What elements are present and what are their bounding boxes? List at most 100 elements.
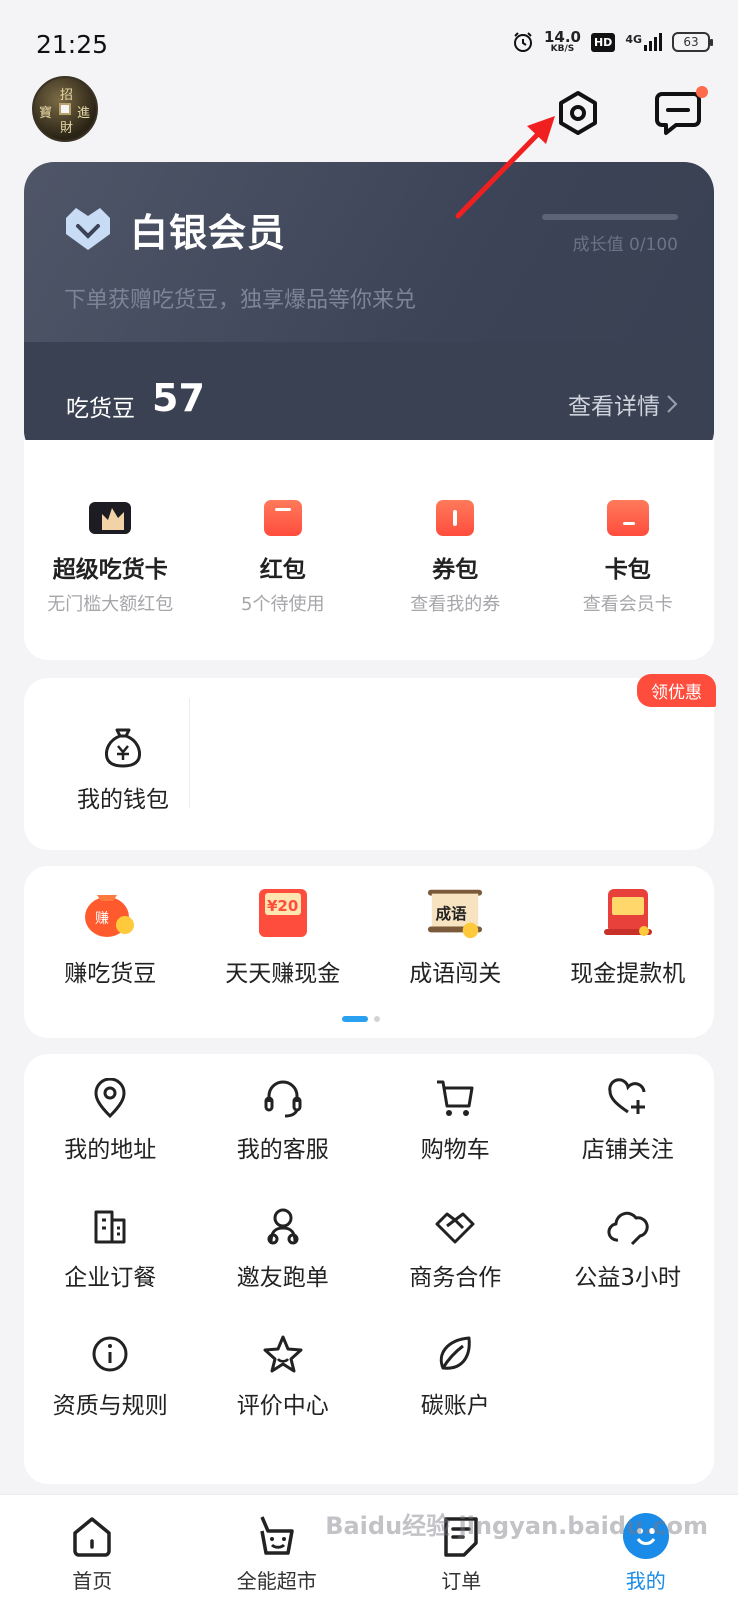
service-label: 店铺关注 [581,1137,674,1163]
service-carbon[interactable]: 碳账户 [369,1334,542,1420]
activity-daily-cash[interactable]: ¥20 天天赚现金 [197,884,370,988]
activity-atm[interactable]: 现金提款机 [542,884,715,988]
wallet-divider [189,698,190,808]
benefit-sub: 查看我的券 [410,594,501,615]
star-icon [263,1335,303,1373]
nav-label: 全能超市 [236,1569,317,1593]
benefit-sub: 查看会员卡 [582,594,673,615]
cash-envelope-icon: ¥20 [254,884,312,942]
service-cart[interactable]: 购物车 [369,1078,542,1164]
benefit-label: 卡包 [604,557,651,583]
battery-level: 63 [683,35,699,49]
headset-icon [264,1080,302,1118]
service-label: 我的地址 [64,1137,157,1163]
promo-badge[interactable]: 领优惠 [637,674,716,707]
avatar-char-right: 進 [76,106,90,121]
net-speed-value: 14.0 [543,28,581,46]
basket-icon [260,1516,294,1555]
wallet-panel: 领优惠 我的钱包 [24,674,716,850]
benefit-label: 红包 [259,557,306,583]
service-label: 购物车 [420,1137,490,1163]
avatar-char-bottom: 財 [60,121,74,136]
location-icon [94,1078,126,1118]
leaf-icon [440,1336,471,1370]
net-speed: 14.0 KB/S [544,30,581,54]
service-charity[interactable]: 公益3小时 [542,1206,715,1292]
notification-dot [696,86,708,98]
service-label: 碳账户 [420,1393,490,1419]
growth-progress [542,214,678,220]
service-label: 商务合作 [409,1265,502,1291]
heart-plus-icon [608,1078,646,1114]
status-time: 21:25 [36,30,109,59]
benefit-coupon[interactable]: 券包 查看我的券 [369,498,542,616]
activity-idiom[interactable]: 成语 成语闯关 [369,884,542,988]
activity-earn-beans[interactable]: 赚 赚吃货豆 [24,884,197,988]
benefit-red-envelope[interactable]: 红包 5个待使用 [197,498,370,616]
avatar-char-left: 寶 [39,106,53,121]
chevron-right-icon [667,395,678,413]
service-rules[interactable]: 资质与规则 [24,1334,197,1420]
money-bag-icon: 赚 [81,884,139,942]
member-tier: 白银会员 [130,211,287,255]
details-label: 查看详情 [568,394,660,420]
hd-badge: HD [590,32,616,52]
service-reviews[interactable]: 评价中心 [197,1334,370,1420]
service-enterprise[interactable]: 企业订餐 [24,1206,197,1292]
page-indicator [342,1016,380,1022]
indicator-dot [374,1016,380,1022]
signal-icon: 4G [625,33,662,51]
alarm-icon [513,32,532,52]
gear-icon[interactable] [554,89,602,137]
status-icons: 14.0 KB/S HD 4G 63 [512,30,713,54]
benefit-card[interactable]: 卡包 查看会员卡 [542,498,715,616]
activities-panel: 赚 赚吃货豆 ¥20 天天赚现金 成语 成语闯关 现金提款机 [24,866,714,1038]
beans-value: 57 [152,376,205,420]
service-support[interactable]: 我的客服 [197,1078,370,1164]
atm-icon [599,884,657,942]
service-invite[interactable]: 邀友跑单 [197,1206,370,1292]
service-label: 评价中心 [236,1393,329,1419]
service-label: 我的客服 [236,1137,329,1163]
nav-label: 我的 [625,1569,666,1593]
crown-card-icon [88,498,132,538]
network-type: 4G [625,33,642,46]
activity-label: 赚吃货豆 [64,961,157,987]
growth-value: 成长值 0/100 [572,235,678,255]
home-icon [73,1517,111,1557]
service-business[interactable]: 商务合作 [369,1206,542,1292]
cloud-icon [607,1211,649,1246]
nav-home[interactable]: 首页 [0,1495,185,1600]
beans-label: 吃货豆 [66,396,135,422]
service-label: 资质与规则 [52,1393,168,1419]
service-label: 企业订餐 [64,1265,157,1291]
rider-icon [267,1208,299,1245]
activity-label: 现金提款机 [570,961,686,987]
benefit-label: 超级吃货卡 [52,557,168,583]
wallet-button[interactable]: 我的钱包 [48,726,198,814]
message-button[interactable] [654,86,708,138]
benefit-super-card[interactable]: 超级吃货卡 无门槛大额红包 [24,498,197,616]
chat-icon [655,92,701,135]
avatar-char-top: 招 [60,88,74,103]
activity-label: 成语闯关 [409,961,502,987]
wallet-label: 我的钱包 [77,787,169,813]
card-icon [606,498,650,538]
avatar[interactable]: 招 進 寶 財 [32,76,98,142]
service-address[interactable]: 我的地址 [24,1078,197,1164]
service-follow[interactable]: 店铺关注 [542,1078,715,1164]
battery-icon: 63 [672,32,713,52]
activity-badge: ¥20 [267,897,298,915]
view-details-link[interactable]: 查看详情 [568,387,678,421]
nav-label: 首页 [72,1569,113,1593]
benefit-sub: 无门槛大额红包 [47,594,174,615]
nav-label: 订单 [441,1569,482,1593]
benefit-sub: 5个待使用 [241,594,325,615]
activity-badge: 成语 [436,904,467,923]
status-bar: 21:25 14.0 KB/S HD 4G 63 [0,0,738,88]
member-card[interactable]: 白银会员 成长值 0/100 下单获赠吃货豆，独享爆品等你来兑 吃货豆 57 查… [24,162,714,460]
member-subtitle: 下单获赠吃货豆，独享爆品等你来兑 [64,288,417,313]
coupon-icon [433,498,477,538]
indicator-dot-active [342,1016,368,1022]
watermark-text: Baidu经验 jingyan.baidu.com [325,1512,708,1540]
